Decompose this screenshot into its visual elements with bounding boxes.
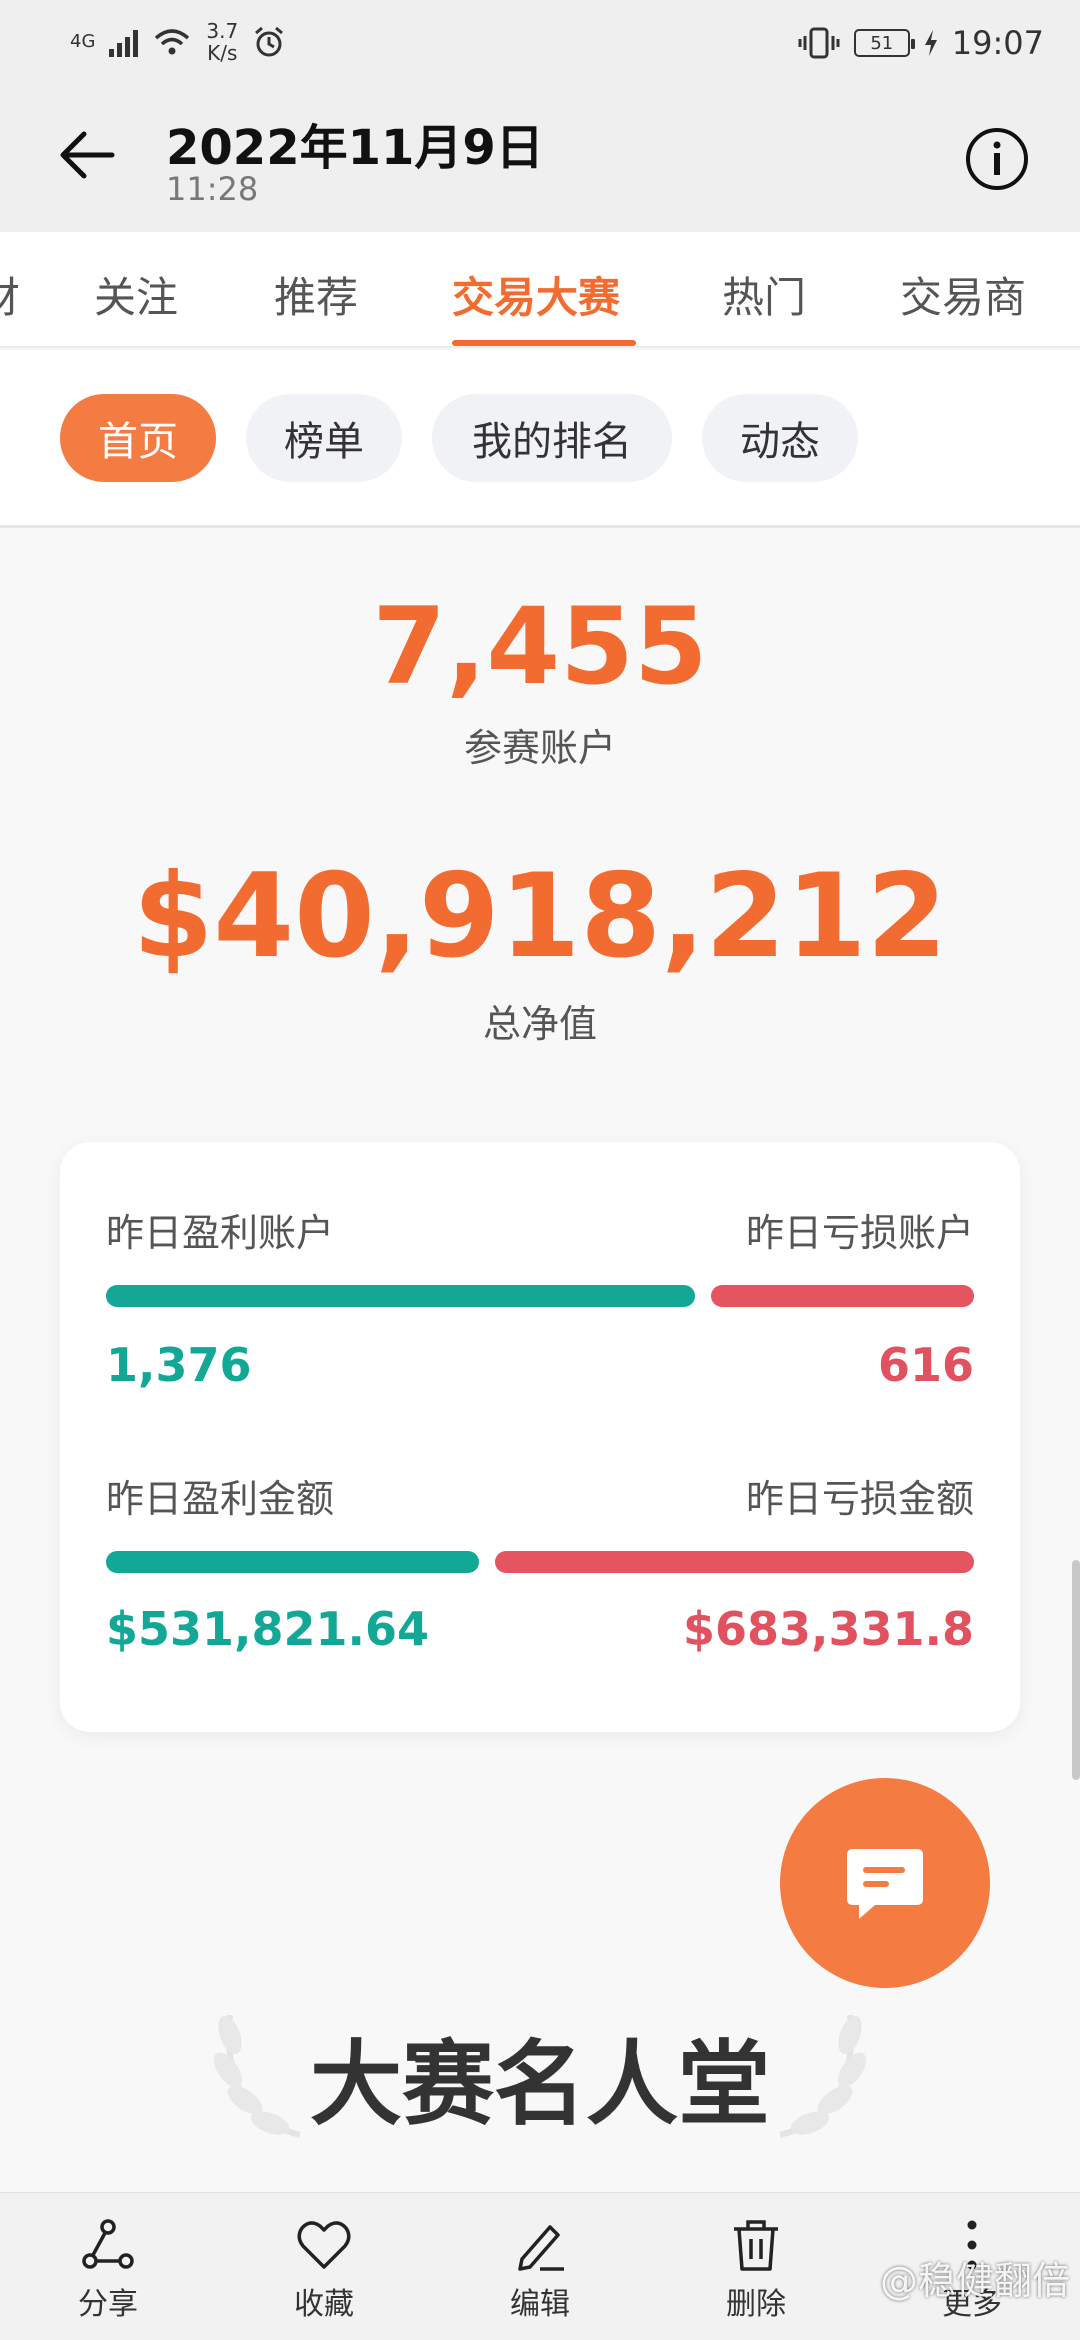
edit-label: 编辑	[510, 2287, 570, 2322]
loss-accounts-label: 昨日亏损账户	[745, 1211, 974, 1255]
delete-button[interactable]: 删除	[686, 2215, 826, 2323]
vibrate-icon	[798, 27, 840, 59]
status-left: 4G 3.7 K/s	[70, 20, 286, 64]
battery-level: 51	[870, 32, 894, 54]
loss-accounts-bar	[711, 1285, 974, 1307]
loss-amount-value: $683,331.8	[682, 1602, 974, 1656]
profit-amount-bar	[106, 1551, 479, 1573]
subnav-home[interactable]: 首页	[60, 394, 216, 482]
battery-icon: 51	[853, 29, 915, 57]
category-tabs: 财 关注 推荐 交易大赛 热门 交易商	[0, 232, 1080, 348]
tab-recommend[interactable]: 推荐	[274, 264, 358, 325]
info-icon[interactable]	[964, 126, 1030, 192]
tab-follow[interactable]: 关注	[94, 264, 178, 325]
network-speed: 3.7 K/s	[206, 20, 238, 64]
comment-fab-button[interactable]	[780, 1778, 990, 1988]
tab-partial[interactable]: 财	[0, 264, 20, 325]
subnav-my-ranking[interactable]: 我的排名	[432, 394, 672, 482]
favorite-button[interactable]: 收藏	[254, 2215, 394, 2323]
scrollbar[interactable]	[1072, 1560, 1080, 1780]
watermark-text: @稳健翻倍	[879, 2259, 1070, 2303]
speed-unit: K/s	[207, 41, 238, 65]
heart-icon	[297, 2221, 351, 2269]
top-area: 4G 3.7 K/s 51 19:07 2022年11月9日 11:28	[0, 0, 1080, 232]
active-tab-indicator	[452, 340, 636, 346]
loss-amount-bar	[495, 1551, 974, 1573]
tab-hot[interactable]: 热门	[722, 264, 806, 325]
subnav-activity[interactable]: 动态	[702, 394, 858, 482]
page-subtitle: 11:28	[166, 170, 259, 208]
wifi-icon	[155, 29, 190, 55]
loss-amount-label: 昨日亏损金额	[745, 1477, 974, 1521]
hall-of-fame-title: 大赛名人堂	[309, 2031, 770, 2138]
signal-icon	[109, 27, 139, 57]
share-icon	[82, 2219, 134, 2269]
delete-label: 删除	[726, 2287, 786, 2322]
total-equity-label: 总净值	[482, 1002, 597, 1046]
status-bar: 4G 3.7 K/s 51 19:07	[0, 0, 1080, 90]
daily-summary-card: 昨日盈利账户 昨日亏损账户 1,376 616 昨日盈利金额 昨日亏损金额 $5…	[60, 1142, 1020, 1732]
tab-brokers[interactable]: 交易商	[900, 264, 1026, 325]
charging-icon	[924, 30, 937, 56]
back-arrow-icon[interactable]	[52, 120, 122, 190]
total-equity: $40,918,212	[132, 849, 948, 984]
tab-trading-contest[interactable]: 交易大赛	[452, 264, 620, 325]
edit-button[interactable]: 编辑	[470, 2215, 610, 2323]
loss-accounts-value: 616	[877, 1338, 974, 1392]
participant-count: 7,455	[372, 585, 708, 708]
favorite-label: 收藏	[294, 2287, 354, 2322]
participant-count-label: 参赛账户	[463, 726, 616, 770]
speed-value: 3.7	[206, 19, 239, 43]
share-label: 分享	[78, 2287, 138, 2322]
profit-amount-label: 昨日盈利金额	[106, 1477, 335, 1521]
page-title: 2022年11月9日	[166, 120, 544, 176]
profit-accounts-label: 昨日盈利账户	[106, 1211, 335, 1255]
network-type: 4G	[70, 31, 96, 52]
trash-icon	[734, 2220, 778, 2271]
alarm-icon	[255, 26, 284, 57]
pencil-icon	[518, 2225, 564, 2271]
share-button[interactable]: 分享	[38, 2215, 178, 2323]
profit-amount-value: $531,821.64	[106, 1602, 430, 1656]
subnav-leaderboard[interactable]: 榜单	[246, 394, 402, 482]
sub-navigation: 首页 榜单 我的排名 动态	[0, 350, 1080, 528]
message-icon	[847, 1849, 923, 1919]
title-bar: 2022年11月9日 11:28	[0, 90, 1080, 232]
profit-accounts-bar	[106, 1285, 695, 1307]
profit-accounts-value: 1,376	[106, 1338, 252, 1392]
status-right: 51 19:07	[798, 24, 1044, 62]
status-time: 19:07	[951, 24, 1044, 62]
